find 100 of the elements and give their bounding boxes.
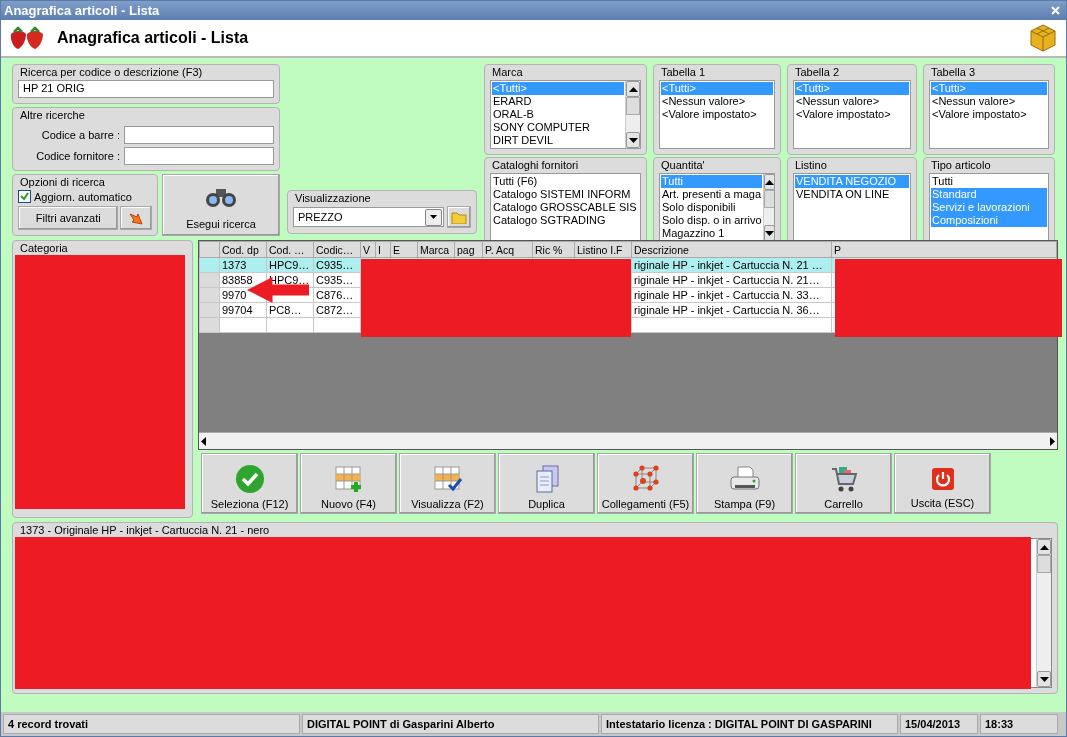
group-label: Altre ricerche <box>19 108 86 123</box>
group-label: 1373 - Originale HP - inkjet - Cartuccia N. 21 - nero <box>19 523 271 538</box>
column-header[interactable]: Marca <box>417 241 455 258</box>
list-box[interactable]: Tutti (F6) Catalogo SISTEMI INFORM Catalogo GROSSCABLE SIS Catalogo SGTRADING <box>490 173 641 242</box>
page-title: Anagrafica articoli - Lista <box>57 29 250 47</box>
column-header[interactable]: Cod. dp <box>219 241 267 258</box>
column-header[interactable]: P. Acq <box>482 241 533 258</box>
list-item[interactable]: Magazzino 1 <box>661 227 762 240</box>
group-label: Marca <box>491 65 524 80</box>
scroll-up-icon[interactable] <box>628 86 638 92</box>
status-segment: 18:33 <box>980 714 1058 734</box>
column-header[interactable]: Cod. … <box>266 241 314 258</box>
folder-button[interactable] <box>447 206 471 228</box>
column-header[interactable]: E <box>390 241 418 258</box>
checkbox-label: Aggiorn. automatico <box>34 190 132 203</box>
column-header[interactable]: Listino I.F <box>574 241 632 258</box>
scrollbar[interactable] <box>199 432 1057 449</box>
list-item[interactable]: <Valore impostato> <box>661 108 773 121</box>
table-cell: riginale HP - inkjet - Cartuccia N. 36… <box>631 302 832 318</box>
scroll-right-icon[interactable] <box>1050 436 1055 446</box>
list-box[interactable]: <Tutti> <Nessun valore> <Valore impostato> <box>659 80 775 149</box>
window-title: Anagrafica articoli - Lista <box>4 3 160 18</box>
list-item[interactable]: VENDITA ON LINE <box>795 188 909 201</box>
scroll-down-icon[interactable] <box>764 230 774 236</box>
column-header[interactable]: V <box>360 241 376 258</box>
list-item[interactable]: ERARD <box>492 95 624 108</box>
toolbar-button[interactable]: Collegamenti (F5) <box>597 453 694 514</box>
search-field[interactable]: HP 21 ORIG <box>18 80 274 98</box>
grid-add-icon <box>333 463 364 494</box>
column-header[interactable]: Descrizione <box>631 241 832 258</box>
arrow-icon <box>128 210 145 226</box>
group-label: Listino <box>794 158 828 173</box>
check-icon <box>234 463 265 494</box>
list-item[interactable]: <Valore impostato> <box>795 108 909 121</box>
list-item[interactable]: ORAL-B <box>492 108 624 121</box>
field-label: Codice fornitore : <box>35 150 120 162</box>
group-label: Visualizzazione <box>294 191 372 206</box>
group-label: Categoria <box>19 241 69 256</box>
table-cell: C876… <box>313 287 361 303</box>
scroll-up-icon[interactable] <box>764 179 774 185</box>
arrow-button[interactable] <box>120 206 152 230</box>
list-item[interactable]: Solo disponibili <box>661 201 762 214</box>
group-label: Tabella 1 <box>660 65 707 80</box>
scrollbar[interactable] <box>625 81 640 148</box>
list-item[interactable]: <Nessun valore> <box>661 95 773 108</box>
search-button[interactable]: Esegui ricerca <box>162 174 280 236</box>
scrollbar[interactable] <box>762 174 774 241</box>
list-item[interactable]: SONY COMPUTER <box>492 121 624 134</box>
list-box[interactable]: Tutti Art. presenti a maga Solo disponibili Solo disp. o in arrivo Magazzino 1 <box>659 173 775 242</box>
toolbar-button[interactable]: Uscita (ESC) <box>894 453 991 514</box>
list-item[interactable]: Solo disp. o in arrivo <box>661 214 762 227</box>
grid-check-icon <box>432 463 463 494</box>
scroll-down-icon[interactable] <box>1039 676 1049 682</box>
checkbox[interactable] <box>18 190 31 203</box>
list-item[interactable]: Catalogo GROSSCABLE SIS <box>492 201 639 214</box>
table-cell: C935… <box>313 272 361 288</box>
list-item[interactable]: <Valore impostato> <box>931 108 1047 121</box>
scroll-up-icon[interactable] <box>1039 544 1049 550</box>
scroll-left-icon[interactable] <box>201 436 206 446</box>
list-item[interactable]: <Nessun valore> <box>931 95 1047 108</box>
toolbar-button[interactable]: Carrello <box>795 453 892 514</box>
boxes-icon[interactable] <box>1028 23 1058 53</box>
list-item[interactable]: Art. presenti a maga <box>661 188 762 201</box>
toolbar-button[interactable]: Stampa (F9) <box>696 453 793 514</box>
scroll-thumb[interactable] <box>763 190 774 208</box>
list-item[interactable]: DIRT DEVIL <box>492 134 624 147</box>
list-box[interactable]: Tutti Standard Servizi e lavorazioni Composizioni <box>929 173 1049 242</box>
toolbar-button[interactable]: Visualizza (F2) <box>399 453 496 514</box>
field-label: Codice a barre : <box>40 129 120 141</box>
list-item[interactable]: Tutti (F6) <box>492 175 639 188</box>
view-dropdown[interactable]: PREZZO <box>293 207 444 227</box>
list-box[interactable]: <Tutti> <Nessun valore> <Valore impostato> <box>929 80 1049 149</box>
list-box[interactable]: <Tutti> <Nessun valore> <Valore impostato> <box>793 80 911 149</box>
list-item[interactable]: <Nessun valore> <box>795 95 909 108</box>
column-header[interactable]: P <box>831 241 1057 258</box>
list-item[interactable]: Catalogo SISTEMI INFORM <box>492 188 639 201</box>
advanced-filters-button[interactable]: Filtri avanzati <box>18 206 119 230</box>
input-field[interactable] <box>124 126 274 144</box>
scrollbar[interactable] <box>1036 539 1051 687</box>
scroll-thumb[interactable] <box>626 97 640 115</box>
input-field[interactable] <box>124 147 274 165</box>
list-item[interactable]: Catalogo SGTRADING <box>492 214 639 227</box>
binoculars-icon <box>204 186 238 208</box>
list-box[interactable]: VENDITA NEGOZIO VENDITA ON LINE <box>793 173 911 242</box>
column-header[interactable]: pag <box>454 241 483 258</box>
table-cell: riginale HP - inkjet - Cartuccia N. 33… <box>631 287 832 303</box>
scroll-down-icon[interactable] <box>628 137 638 143</box>
group-label: Tipo articolo <box>930 158 992 173</box>
list-box[interactable]: <Tutti> ERARD ORAL-B SONY COMPUTER DIRT DEVIL <box>490 80 641 149</box>
status-segment: 15/04/2013 <box>900 714 978 734</box>
toolbar-button[interactable]: Duplica <box>498 453 595 514</box>
column-header[interactable]: Ric % <box>532 241 575 258</box>
close-icon[interactable] <box>1051 6 1060 15</box>
column-header[interactable]: Codic… <box>313 241 361 258</box>
toolbar-button[interactable]: Nuovo (F4) <box>300 453 397 514</box>
table-cell: 99704 <box>219 302 267 318</box>
scroll-thumb[interactable] <box>1037 555 1051 573</box>
caret-icon[interactable] <box>430 215 437 219</box>
list-item[interactable]: Tutti <box>931 175 1047 188</box>
toolbar-button[interactable]: Seleziona (F12) <box>201 453 298 514</box>
